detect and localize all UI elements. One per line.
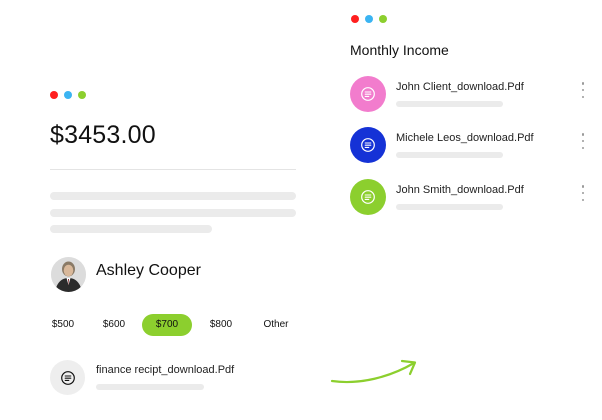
placeholder-line [50,192,296,200]
window-dots [50,91,86,99]
more-options-icon[interactable] [580,133,586,149]
placeholder-line [96,384,204,390]
green-dot-icon [78,91,86,99]
file-name[interactable]: John Smith_download.Pdf [396,184,524,196]
red-dot-icon [50,91,58,99]
user-profile: Ashley Cooper [51,257,201,292]
person-photo-icon [51,257,86,292]
placeholder-line [396,204,503,210]
divider [50,169,296,170]
income-file-row[interactable]: John Smith_download.Pdf [350,179,590,215]
user-name: Ashley Cooper [96,261,201,279]
placeholder-line [396,101,503,107]
red-dot-icon [351,15,359,23]
avatar [51,257,86,292]
curved-arrow-icon [330,359,417,384]
amount-option-700[interactable]: $700 [142,314,192,336]
income-file-row[interactable]: Michele Leos_download.Pdf [350,127,590,163]
file-name[interactable]: Michele Leos_download.Pdf [396,132,534,144]
placeholder-line [50,209,296,217]
panel-title: Monthly Income [350,42,449,58]
file-icon-circle [350,76,386,112]
finance-file-name[interactable]: finance recipt_download.Pdf [96,364,234,376]
more-options-icon[interactable] [580,185,586,201]
placeholder-line [396,152,503,158]
file-icon-circle [350,179,386,215]
amount-option-600[interactable]: $600 [86,314,142,336]
placeholder-line [50,225,212,233]
balance-amount: $3453.00 [50,121,156,149]
amount-option-800[interactable]: $800 [192,314,250,336]
document-icon [361,190,375,204]
more-options-icon[interactable] [580,82,586,98]
finance-file-icon[interactable] [50,360,85,395]
document-icon [361,138,375,152]
income-file-row[interactable]: John Client_download.Pdf [350,76,590,112]
amount-option-other[interactable]: Other [250,314,302,336]
document-icon [361,87,375,101]
document-icon [60,370,75,385]
blue-dot-icon [365,15,373,23]
amount-options: $500 $600 $700 $800 Other [40,314,302,336]
green-dot-icon [379,15,387,23]
window-dots [351,15,387,23]
blue-dot-icon [64,91,72,99]
amount-option-500[interactable]: $500 [40,314,86,336]
file-name[interactable]: John Client_download.Pdf [396,81,524,93]
file-icon-circle [350,127,386,163]
